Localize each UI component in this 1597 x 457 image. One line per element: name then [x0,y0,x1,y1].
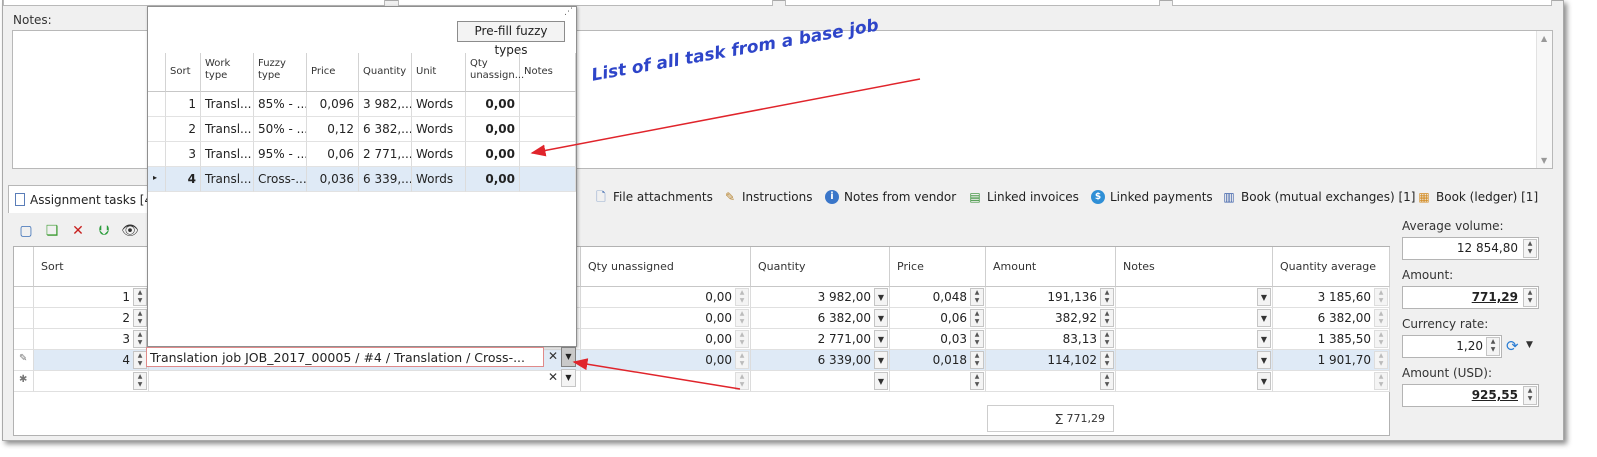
annotation-arrows [530,78,921,390]
arrow-to-popup [530,78,921,157]
arrow-to-lookup [572,358,741,390]
